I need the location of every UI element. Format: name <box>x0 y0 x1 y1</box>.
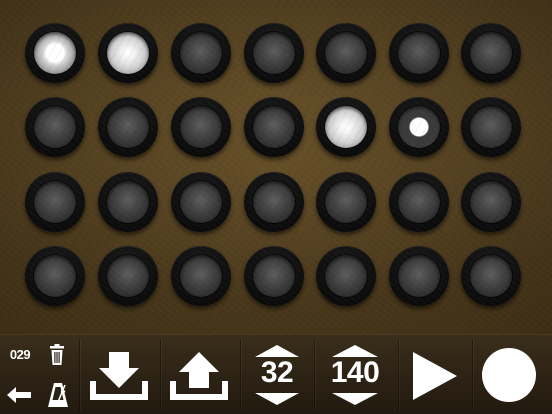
pad-r4-c5[interactable] <box>316 246 376 306</box>
pad-r1-c6[interactable] <box>389 23 449 83</box>
metronome-icon[interactable] <box>47 382 69 408</box>
play-icon[interactable] <box>411 351 459 401</box>
pad-light <box>325 255 367 297</box>
pad-light <box>107 32 149 74</box>
pad-r3-c3[interactable] <box>171 172 231 232</box>
bpm-value: 140 <box>330 356 380 389</box>
pad-r1-c3[interactable] <box>171 23 231 83</box>
steps-value: 32 <box>260 356 294 389</box>
trash-icon[interactable] <box>47 344 67 366</box>
pad-light <box>325 32 367 74</box>
pad-r3-c2[interactable] <box>98 172 158 232</box>
pad-light <box>398 255 440 297</box>
toolbar-divider <box>398 339 399 411</box>
pad-light <box>470 181 512 223</box>
pad-r4-c1[interactable] <box>25 246 85 306</box>
pad-light <box>180 255 222 297</box>
pad-light <box>253 106 295 148</box>
toolbar: 029 32 140 <box>0 334 552 414</box>
pad-light <box>325 181 367 223</box>
pad-r2-c1[interactable] <box>25 97 85 157</box>
pad-r4-c6[interactable] <box>389 246 449 306</box>
pattern-number: 029 <box>9 347 31 362</box>
toolbar-divider <box>160 339 161 411</box>
pad-r1-c2[interactable] <box>98 23 158 83</box>
pad-light <box>34 255 76 297</box>
pad-light <box>107 106 149 148</box>
pad-r4-c3[interactable] <box>171 246 231 306</box>
pad-r4-c4[interactable] <box>244 246 304 306</box>
bpm-down-button[interactable] <box>331 392 379 406</box>
upload-icon[interactable] <box>169 350 229 402</box>
pad-r1-c7[interactable] <box>461 23 521 83</box>
pad-light <box>34 181 76 223</box>
toolbar-divider <box>79 339 80 411</box>
pad-light <box>253 181 295 223</box>
pad-r2-c3[interactable] <box>171 97 231 157</box>
pad-light <box>34 106 76 148</box>
pad-r3-c7[interactable] <box>461 172 521 232</box>
pad-r3-c4[interactable] <box>244 172 304 232</box>
pad-light <box>470 106 512 148</box>
pad-r2-c6[interactable] <box>389 97 449 157</box>
pad-light <box>107 255 149 297</box>
pad-light <box>180 106 222 148</box>
toolbar-divider <box>472 339 473 411</box>
pad-r1-c4[interactable] <box>244 23 304 83</box>
pad-light <box>398 106 440 148</box>
pad-light <box>34 32 76 74</box>
pad-light <box>470 32 512 74</box>
record-icon[interactable] <box>482 348 536 402</box>
pad-r3-c1[interactable] <box>25 172 85 232</box>
back-arrow-icon[interactable] <box>6 386 32 404</box>
pad-r2-c5[interactable] <box>316 97 376 157</box>
pad-r2-c4[interactable] <box>244 97 304 157</box>
pad-r3-c6[interactable] <box>389 172 449 232</box>
pad-r1-c1[interactable] <box>25 23 85 83</box>
pad-light <box>180 32 222 74</box>
pad-light <box>180 181 222 223</box>
steps-down-button[interactable] <box>254 392 300 406</box>
pad-light <box>107 181 149 223</box>
pad-r2-c7[interactable] <box>461 97 521 157</box>
pad-light <box>253 32 295 74</box>
pad-light <box>253 255 295 297</box>
download-icon[interactable] <box>89 350 149 402</box>
pad-r4-c2[interactable] <box>98 246 158 306</box>
pad-grid <box>0 0 552 334</box>
pad-light <box>398 181 440 223</box>
pad-r1-c5[interactable] <box>316 23 376 83</box>
pad-r3-c5[interactable] <box>316 172 376 232</box>
pad-light <box>470 255 512 297</box>
pad-r4-c7[interactable] <box>461 246 521 306</box>
pad-light <box>325 106 367 148</box>
toolbar-divider <box>240 339 241 411</box>
pad-r2-c2[interactable] <box>98 97 158 157</box>
pad-light <box>398 32 440 74</box>
toolbar-divider <box>314 339 315 411</box>
